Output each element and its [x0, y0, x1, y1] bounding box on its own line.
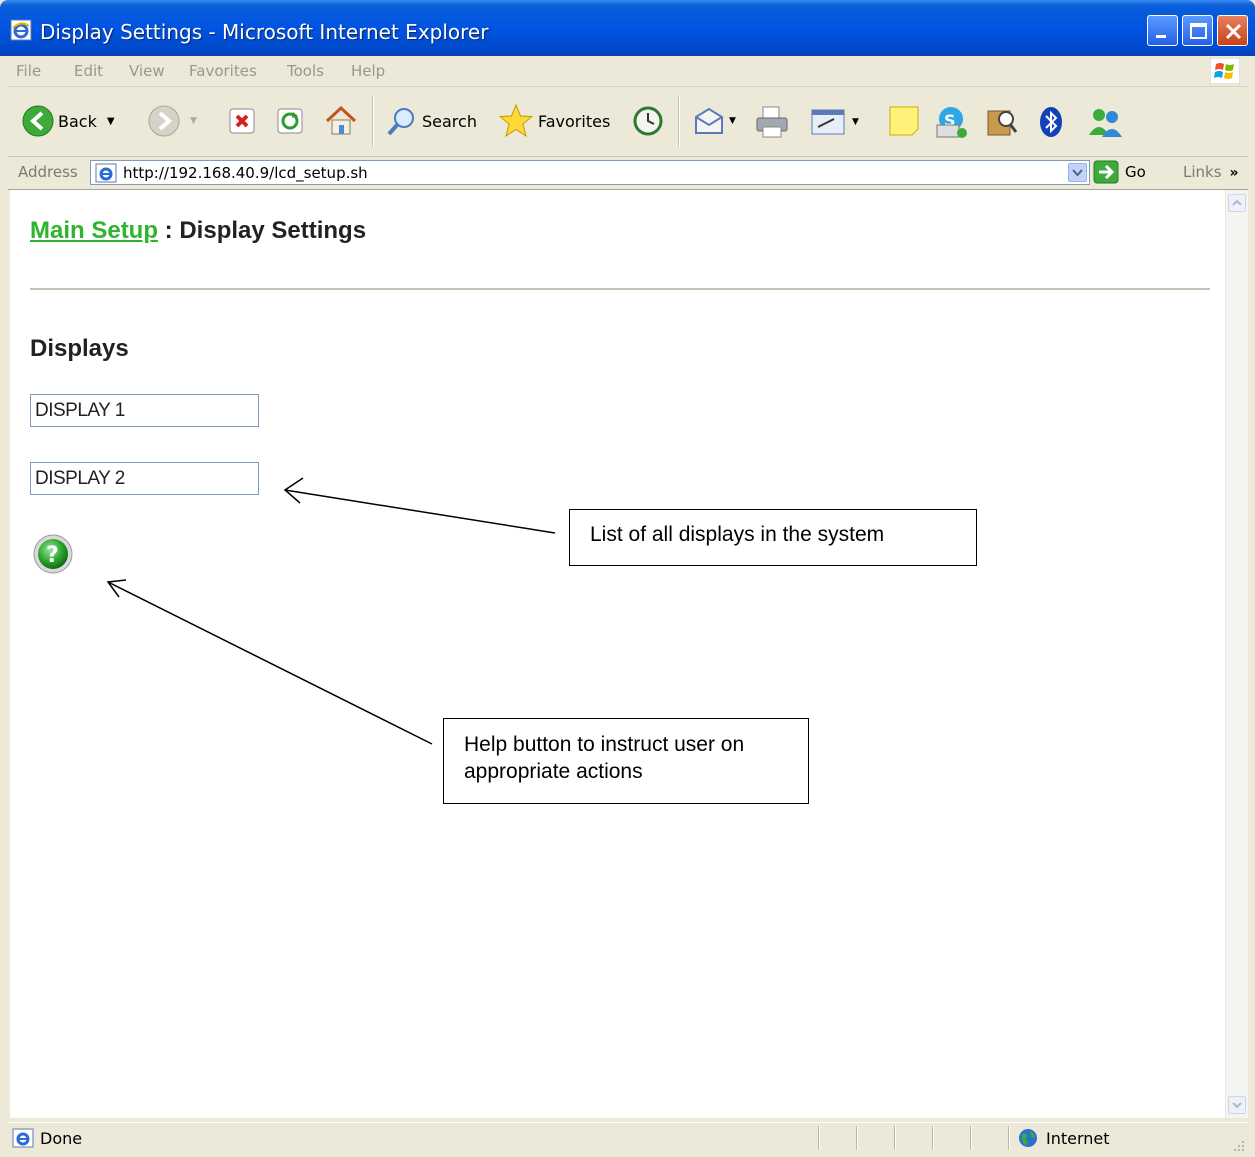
scroll-down-button[interactable] [1228, 1096, 1246, 1114]
status-bar: Done Internet [8, 1122, 1248, 1155]
help-callout-arrow [107, 581, 433, 745]
zone-label: Internet [1046, 1128, 1110, 1148]
globe-icon [1019, 1129, 1037, 1147]
chevron-up-icon [1232, 199, 1242, 206]
chevron-down-icon [1232, 1102, 1242, 1109]
help-callout-text: Help button to instruct user on appropri… [464, 733, 745, 783]
displays-callout-text: List of all displays in the system [590, 523, 885, 546]
annotation-arrows [106, 477, 556, 745]
status-done: Done [12, 1128, 82, 1148]
security-zone: Internet [1018, 1128, 1110, 1148]
page-done-icon [12, 1128, 34, 1148]
scroll-up-button[interactable] [1228, 194, 1246, 212]
vertical-scrollbar[interactable] [1225, 190, 1248, 1118]
browser-window: Display Settings - Microsoft Internet Ex… [0, 0, 1255, 1157]
displays-callout: List of all displays in the system [569, 509, 977, 566]
help-callout: Help button to instruct user on appropri… [443, 718, 809, 804]
displays-callout-arrow [284, 489, 556, 534]
resize-grip-icon[interactable] [1232, 1139, 1246, 1153]
status-text: Done [40, 1128, 83, 1148]
